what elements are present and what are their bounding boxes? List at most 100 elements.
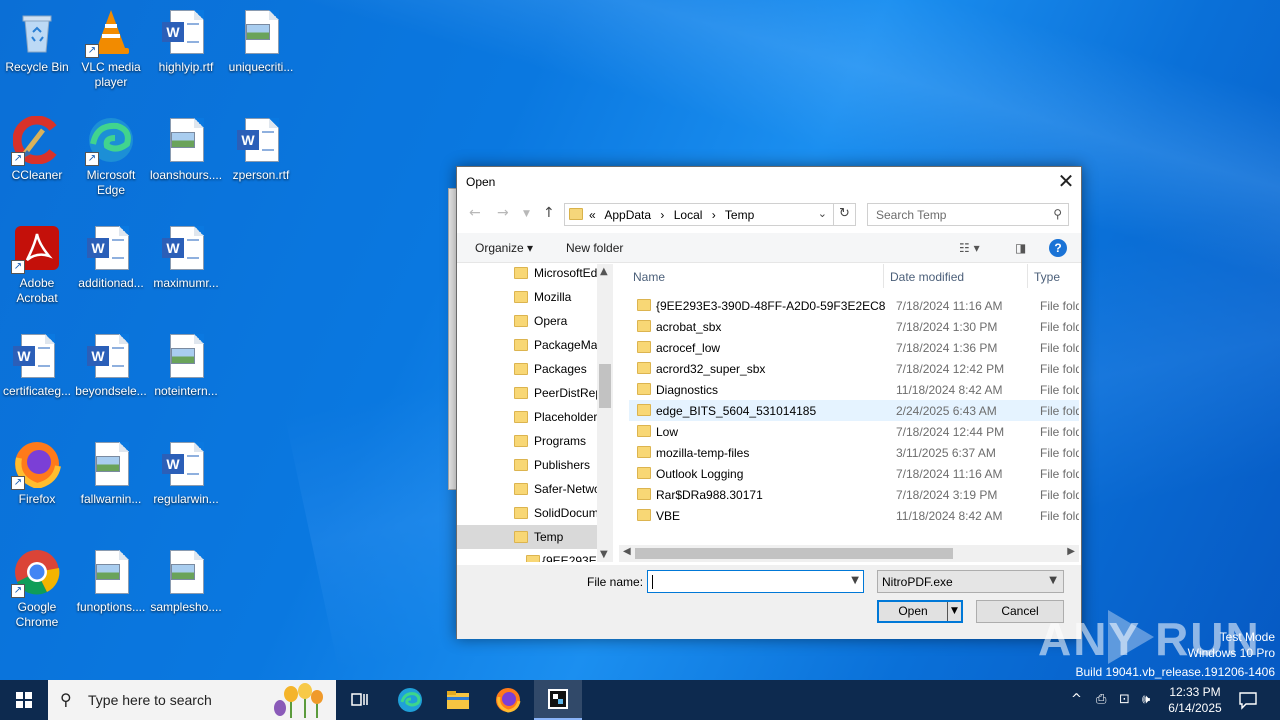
tree-item[interactable]: PeerDistRepub [457,381,597,405]
desktop-icon-beyondsele[interactable]: Wbeyondsele... [73,326,149,399]
file-row[interactable]: Outlook Logging 7/18/2024 11:16 AM File fo… [629,463,1079,484]
tree-item[interactable]: PlaceholderTileLogoFolder [457,405,597,429]
desktop-icon-zperson-rtf[interactable]: Wzperson.rtf [223,110,299,183]
scroll-down-icon[interactable]: ▼ [600,549,608,560]
file-row[interactable]: Low 7/18/2024 12:44 PM File folder [629,421,1079,442]
desktop-icon-uniquecriti[interactable]: uniquecriti... [223,2,299,75]
scroll-up-icon[interactable]: ▲ [600,266,608,277]
desktop-icon-label: Google Chrome [15,600,59,629]
open-button[interactable]: Open ▼ [877,600,963,623]
up-arrow-icon[interactable]: ↑ [543,205,555,221]
file-type-select[interactable]: NitroPDF.exe ▼ [877,570,1064,593]
notifications-icon[interactable] [1238,690,1258,710]
file-row[interactable]: Diagnostics 11/18/2024 8:42 AM File folder [629,379,1079,400]
dialog-titlebar[interactable]: Open ✕ [457,167,1081,197]
desktop-icon-fallwarnin[interactable]: fallwarnin... [73,434,149,507]
taskbar-active-app[interactable] [534,680,582,720]
desktop-icon-recycle-bin[interactable]: Recycle Bin [0,2,75,75]
desktop-icon-certificateg[interactable]: Wcertificateg... [0,326,75,399]
desktop-icon-noteintern[interactable]: noteintern... [148,326,224,399]
tree-item[interactable]: Safer-Networking [457,477,597,501]
network-icon[interactable]: ⊡ [1119,692,1130,707]
tree-item[interactable]: Temp [457,525,597,549]
scroll-thumb[interactable] [635,548,953,559]
file-row[interactable]: Rar$DRa988.30171 7/18/2024 3:19 PM File fo… [629,484,1079,505]
tree-item[interactable]: Packages [457,357,597,381]
forward-arrow-icon[interactable]: → [497,205,509,221]
desktop-icon-firefox[interactable]: ↗ Firefox [0,434,75,507]
tree-item[interactable]: Publishers [457,453,597,477]
system-clock[interactable]: 12:33 PM 6/14/2025 [1160,684,1230,716]
column-name[interactable]: Name [633,270,665,284]
tree-item[interactable]: SolidDocuments [457,501,597,525]
taskbar-firefox[interactable] [484,680,532,720]
volume-icon[interactable]: 🕪 [1142,692,1150,707]
column-date-modified[interactable]: Date modified [890,270,964,284]
desktop-icon-adobe-acrobat[interactable]: ↗ Adobe Acrobat [0,218,75,306]
breadcrumb-appdata[interactable]: AppData [604,208,651,222]
file-row[interactable]: {9EE293E3-390D-48FF-A2D0-59F3E2EC88... 7/… [629,295,1079,316]
tree-item[interactable]: {9EE293E3- [457,549,597,562]
preview-pane-icon[interactable]: ◨ [1015,241,1026,255]
desktop-icon-funoptions[interactable]: funoptions.... [73,542,149,615]
tree-item-label: PlaceholderTileLogoFolder [534,410,597,424]
help-icon[interactable]: ? [1049,239,1067,257]
folder-icon [637,509,651,521]
chevron-down-icon[interactable]: ▼ [851,575,859,586]
scroll-right-icon[interactable]: ▶ [1067,546,1075,557]
file-list-hscrollbar[interactable]: ◀ ▶ [619,545,1079,562]
open-split-dropdown-icon[interactable]: ▼ [947,602,961,621]
file-row[interactable]: edge_BITS_5604_531014185 2/24/2025 6:43 A… [629,400,1079,421]
tree-item[interactable]: Opera [457,309,597,333]
taskbar-search-box[interactable]: ⚲ Type here to search [48,680,336,720]
windows-logo-icon [16,692,32,708]
device-icon[interactable]: ⎙ [1096,692,1106,707]
navigation-pane-scrollbar[interactable]: ▲ ▼ [597,264,613,562]
tree-item[interactable]: MicrosoftEdge [457,264,597,285]
address-bar[interactable]: « AppData › Local › Temp ⌄ ↻ [564,203,856,226]
desktop-icon-ccleaner[interactable]: ↗ CCleaner [0,110,75,183]
task-view-button[interactable] [336,680,384,720]
close-icon[interactable]: ✕ [1051,167,1081,197]
start-button[interactable] [0,680,48,720]
file-row[interactable]: acrord32_super_sbx 7/18/2024 12:42 PM File… [629,358,1079,379]
file-name-input[interactable]: ▼ [647,570,864,593]
taskbar-edge[interactable] [386,680,434,720]
breadcrumb-local[interactable]: Local [674,208,703,222]
desktop-icon-maximumr[interactable]: Wmaximumr... [148,218,224,291]
tree-item[interactable]: Mozilla [457,285,597,309]
search-box[interactable]: Search Temp ⚲ [867,203,1069,226]
desktop-icon-samplesho[interactable]: samplesho.... [148,542,224,615]
file-type: File folder [1040,299,1079,313]
desktop-icon-regularwin[interactable]: Wregularwin... [148,434,224,507]
new-folder-button[interactable]: New folder [566,241,623,255]
desktop-icon-label: Microsoft Edge [86,168,136,197]
desktop-icon-google-chrome[interactable]: ↗ Google Chrome [0,542,75,630]
tree-item[interactable]: Programs [457,429,597,453]
desktop-icon-loanshours[interactable]: loanshours.... [148,110,224,183]
desktop-icon-highlyip-rtf[interactable]: Whighlyip.rtf [148,2,224,75]
view-options-icon[interactable]: ☷ ▾ [959,241,980,255]
refresh-icon[interactable]: ↻ [833,204,855,225]
scroll-left-icon[interactable]: ◀ [623,546,631,557]
file-row[interactable]: acrobat_sbx 7/18/2024 1:30 PM File folder [629,316,1079,337]
tree-item[interactable]: PackageManagement [457,333,597,357]
column-type[interactable]: Type [1034,270,1060,284]
file-date: 7/18/2024 1:30 PM [896,320,998,334]
recent-locations-icon[interactable]: ▼ [523,209,530,219]
tree-item-label: PeerDistRepub [534,386,597,400]
file-row[interactable]: mozilla-temp-files 3/11/2025 6:37 AM File … [629,442,1079,463]
chevron-down-icon[interactable]: ⌄ [818,207,827,220]
desktop-icon-additionad[interactable]: Wadditionad... [73,218,149,291]
scroll-thumb[interactable] [599,364,611,408]
organize-button[interactable]: Organize ▾ [475,241,533,255]
desktop-icon-vlc-media-player[interactable]: ↗ VLC media player [73,2,149,90]
back-arrow-icon[interactable]: ← [469,205,481,221]
file-row[interactable]: VBE 11/18/2024 8:42 AM File folder [629,505,1079,526]
show-hidden-icons-icon[interactable]: ^ [1071,692,1082,707]
breadcrumb-temp[interactable]: Temp [725,208,754,222]
taskbar-file-explorer[interactable] [434,680,482,720]
desktop-icon-microsoft-edge[interactable]: ↗ Microsoft Edge [73,110,149,198]
breadcrumb-overflow[interactable]: « [589,208,596,222]
file-row[interactable]: acrocef_low 7/18/2024 1:36 PM File folder [629,337,1079,358]
